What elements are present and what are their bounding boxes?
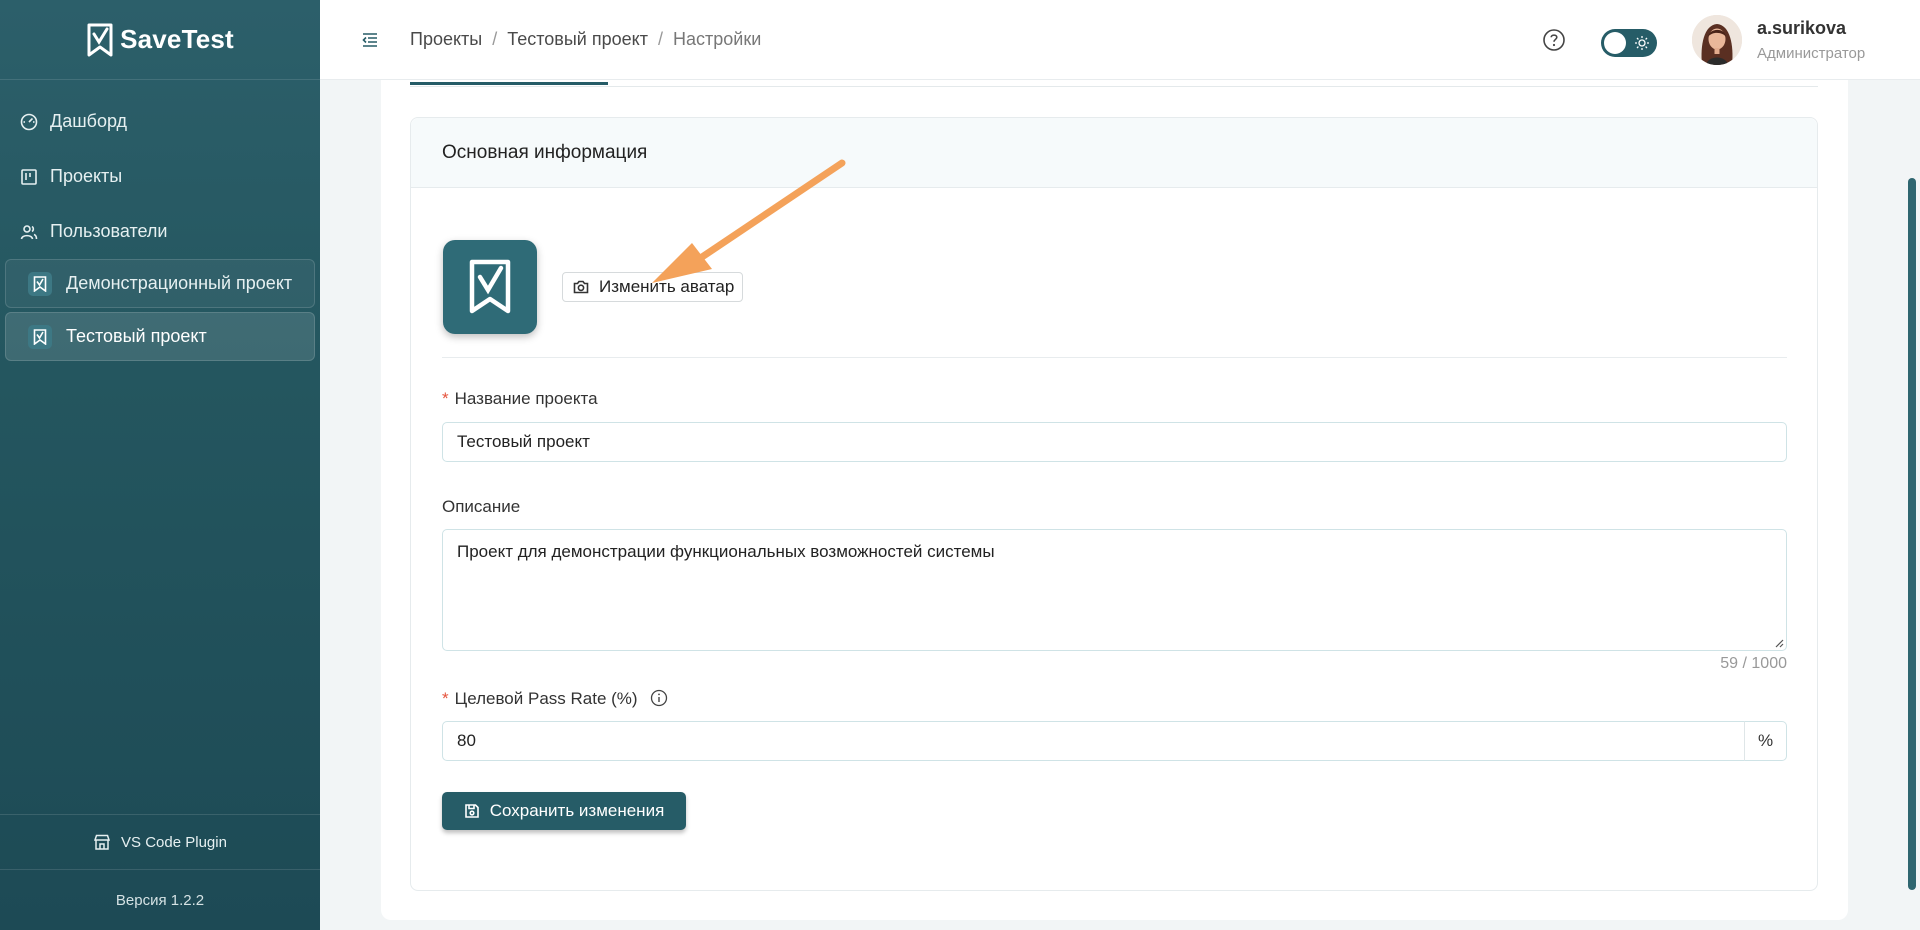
- resize-handle-icon[interactable]: [1774, 638, 1784, 648]
- tabs-divider: [410, 86, 1818, 87]
- breadcrumb-separator: /: [657, 29, 663, 49]
- sun-icon: [1635, 36, 1649, 50]
- users-icon: [20, 224, 38, 239]
- project-label: Демонстрационный проект: [66, 273, 293, 293]
- project-name-label: * Название проекта: [442, 389, 598, 409]
- toggle-knob: [1604, 32, 1626, 54]
- project-avatar: [443, 240, 537, 334]
- nav-item-users[interactable]: Пользователи: [0, 204, 320, 259]
- breadcrumb-projects[interactable]: Проекты: [410, 29, 482, 50]
- main-nav: Дашборд Проекты Пользователи Демонстраци…: [0, 80, 320, 361]
- description-textarea[interactable]: Проект для демонстрации функциональных в…: [442, 529, 1787, 651]
- avatar-photo: [1692, 15, 1742, 65]
- save-label: Сохранить изменения: [489, 801, 665, 820]
- sidebar: SaveTest Дашборд Проекты Пользователи Де…: [0, 0, 320, 930]
- vscode-plugin-link[interactable]: VS Code Plugin: [0, 814, 320, 870]
- section-divider: [442, 357, 1787, 358]
- nav-label: Пользователи: [50, 221, 168, 241]
- nav-label: Дашборд: [50, 111, 128, 131]
- scrollbar[interactable]: [1908, 178, 1916, 890]
- theme-toggle[interactable]: [1601, 29, 1657, 57]
- sidebar-project-demo[interactable]: Демонстрационный проект: [5, 259, 315, 308]
- nav-label: Проекты: [50, 166, 123, 186]
- plugin-label: VS Code Plugin: [121, 833, 227, 851]
- top-header: Проекты / Тестовый проект / Настройки a.…: [320, 0, 1920, 80]
- breadcrumb-current: Настройки: [672, 29, 762, 49]
- percent-suffix: %: [1744, 721, 1787, 761]
- project-logo-icon: [469, 259, 511, 314]
- user-avatar[interactable]: [1692, 15, 1742, 65]
- description-value: Проект для демонстрации функциональных в…: [457, 542, 995, 561]
- panel-title: Основная информация: [411, 118, 1817, 188]
- required-mark: *: [442, 389, 449, 408]
- store-icon: [94, 834, 111, 850]
- menu-fold-icon[interactable]: [360, 30, 380, 50]
- description-label: Описание: [442, 497, 521, 516]
- char-counter: 59 / 1000: [1720, 655, 1787, 672]
- gauge-icon: [20, 113, 38, 130]
- project-icon: [28, 324, 52, 349]
- app-name: SaveTest: [120, 24, 234, 54]
- label-text: Название проекта: [454, 389, 598, 408]
- app-logo[interactable]: SaveTest: [0, 0, 320, 80]
- project-label: Тестовый проект: [66, 326, 207, 346]
- user-name: a.surikova: [1757, 18, 1847, 38]
- kanban-icon: [21, 168, 37, 185]
- info-icon[interactable]: [650, 689, 668, 707]
- logo-icon: [87, 23, 113, 56]
- pass-rate-label: * Целевой Pass Rate (%): [442, 689, 668, 709]
- sidebar-footer: VS Code Plugin Версия 1.2.2: [0, 814, 320, 930]
- app-version: Версия 1.2.2: [115, 891, 205, 909]
- breadcrumb: Проекты / Тестовый проект / Настройки: [410, 29, 761, 50]
- pass-rate-input[interactable]: 80: [442, 721, 1745, 761]
- project-name-input[interactable]: Тестовый проект: [442, 422, 1787, 462]
- user-role: Администратор: [1757, 45, 1866, 62]
- basic-info-panel: Основная информация: [410, 117, 1818, 891]
- breadcrumb-project[interactable]: Тестовый проект: [507, 29, 648, 50]
- annotation-arrow: [652, 159, 846, 283]
- camera-icon: [573, 280, 589, 294]
- active-tab-indicator: [410, 82, 608, 85]
- required-mark: *: [442, 689, 449, 708]
- save-changes-button[interactable]: Сохранить изменения: [442, 792, 686, 830]
- save-icon: [464, 804, 479, 818]
- help-icon[interactable]: [1542, 28, 1566, 52]
- nav-item-projects[interactable]: Проекты: [0, 149, 320, 204]
- breadcrumb-separator: /: [492, 29, 498, 49]
- project-icon: [28, 271, 52, 296]
- sidebar-project-test[interactable]: Тестовый проект: [5, 312, 315, 361]
- label-text: Целевой Pass Rate (%): [454, 689, 638, 708]
- nav-item-dashboard[interactable]: Дашборд: [0, 94, 320, 149]
